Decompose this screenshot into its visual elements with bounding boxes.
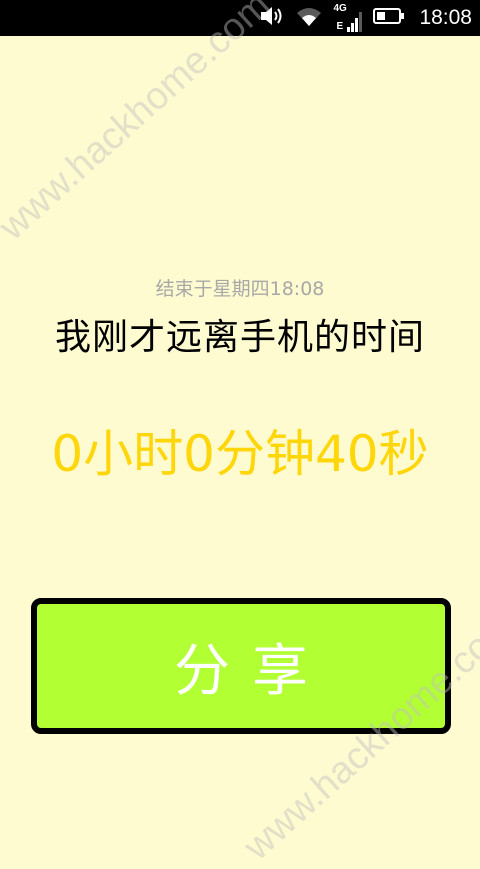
end-time-label: 结束于星期四18:08 [155, 278, 325, 300]
status-icons: 4G E 18:08 [259, 0, 472, 36]
signal-icon [347, 7, 363, 37]
share-button-label: 分享 [174, 638, 330, 704]
status-time: 18:08 [419, 6, 472, 29]
wifi-icon [295, 4, 323, 32]
network-type-top: 4G [333, 3, 347, 14]
status-bar: 4G E 18:08 [0, 0, 480, 36]
away-duration: 0小时0分钟40秒 [51, 425, 429, 483]
share-button[interactable]: 分享 [31, 598, 451, 734]
main-content: www.hackhome.com 结束于星期四18:08 我刚才远离手机的时间 … [0, 0, 480, 868]
page-heading: 我刚才远离手机的时间 [54, 317, 425, 358]
network-type-bottom: E [336, 21, 344, 32]
network-indicator: 4G E [333, 3, 363, 33]
watermark-top: www.hackhome.com [0, 0, 279, 249]
battery-icon [373, 6, 405, 30]
volume-icon [259, 4, 285, 32]
